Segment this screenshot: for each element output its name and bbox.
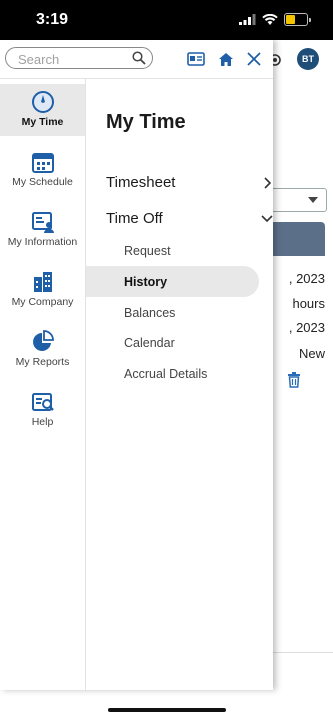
caret-down-icon	[308, 197, 318, 203]
background-row-text: , 2023	[288, 320, 325, 335]
id-card-icon	[187, 52, 205, 66]
home-button[interactable]	[216, 49, 236, 69]
clock-icon	[31, 91, 54, 113]
battery-cap	[309, 17, 311, 22]
building-icon	[33, 272, 52, 292]
drawer-toolbar	[0, 40, 273, 79]
search-input[interactable]	[16, 50, 130, 68]
home-indicator	[108, 708, 226, 712]
rail-item-label: My Company	[11, 296, 74, 308]
background-table-header	[273, 222, 325, 256]
module-rail: My Time My Schedule My Information My Co…	[0, 78, 86, 690]
rail-item-label: My Schedule	[12, 176, 73, 188]
battery-icon	[284, 13, 308, 26]
trash-icon[interactable]	[287, 372, 301, 388]
wifi-icon	[262, 13, 278, 25]
submenu-item-calendar[interactable]: Calendar	[124, 336, 175, 350]
submenu-item-request[interactable]: Request	[124, 244, 171, 258]
submenu-item-balances[interactable]: Balances	[124, 306, 175, 320]
background-row-text: New	[298, 346, 325, 361]
signal-icon	[239, 14, 256, 25]
rail-item-my-time[interactable]: My Time	[0, 84, 85, 136]
status-bar: 3:19	[0, 0, 333, 40]
status-icons	[239, 13, 311, 26]
rail-item-my-schedule[interactable]: My Schedule	[0, 144, 85, 196]
menu-item-label: Time Off	[106, 210, 163, 227]
rail-item-help[interactable]: Help	[0, 384, 85, 436]
submenu-item-history[interactable]: History	[124, 275, 167, 289]
rail-item-my-reports[interactable]: My Reports	[0, 324, 85, 376]
background-row-text: , 2023	[288, 271, 325, 286]
pie-chart-icon	[32, 330, 54, 351]
chevron-right-icon	[264, 177, 271, 189]
background-select[interactable]	[273, 188, 327, 212]
rail-item-my-information[interactable]: My Information	[0, 204, 85, 256]
home-icon	[219, 52, 233, 66]
panel-title: My Time	[106, 111, 186, 133]
close-button[interactable]	[244, 49, 264, 69]
navigation-drawer: My Time My Schedule My Information	[0, 40, 273, 690]
search-box[interactable]	[5, 47, 153, 69]
rail-item-label: My Information	[7, 236, 78, 248]
rail-item-my-company[interactable]: My Company	[0, 264, 85, 316]
background-row-text: hours	[292, 296, 325, 311]
close-icon	[247, 52, 261, 66]
chevron-down-icon	[261, 215, 273, 223]
rail-item-label: My Reports	[15, 356, 70, 368]
search-icon[interactable]	[132, 51, 146, 65]
avatar[interactable]: BT	[297, 48, 319, 70]
menu-item-timesheet[interactable]: Timesheet	[106, 174, 273, 191]
help-book-icon	[31, 393, 54, 411]
calendar-icon	[31, 153, 54, 173]
status-time: 3:19	[36, 11, 69, 28]
submenu-item-accrual-details[interactable]: Accrual Details	[124, 367, 207, 381]
selected-highlight	[86, 266, 259, 297]
submenu-panel: My Time Timesheet Time Off Request Histo…	[86, 78, 273, 690]
background-page: BT , 2023 hours , 2023 New	[273, 40, 333, 720]
rail-item-label: Help	[31, 416, 54, 428]
rail-item-label: My Time	[21, 116, 64, 128]
divider	[273, 652, 333, 653]
settings-icon[interactable]	[273, 52, 283, 68]
person-card-icon	[31, 212, 54, 233]
id-card-button[interactable]	[186, 49, 206, 69]
menu-item-time-off[interactable]: Time Off	[106, 210, 273, 227]
menu-item-label: Timesheet	[106, 174, 176, 191]
